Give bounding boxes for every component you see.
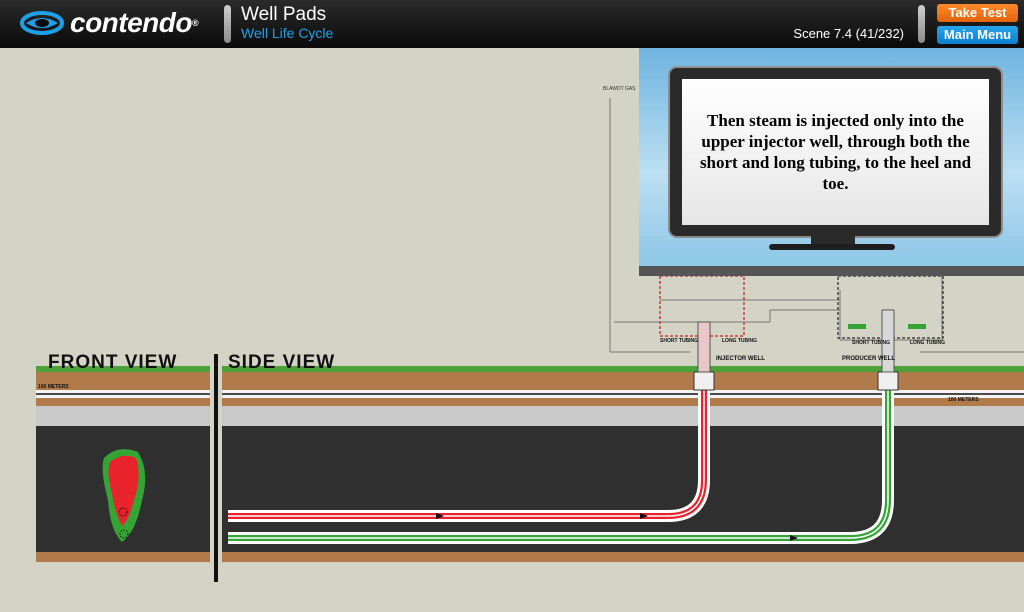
take-test-button[interactable]: Take Test xyxy=(937,4,1018,22)
button-divider xyxy=(918,5,925,43)
producer-short-tubing-label: SHORT TUBING xyxy=(852,340,890,346)
logo-text: contendo® xyxy=(70,7,199,38)
main-menu-button[interactable]: Main Menu xyxy=(937,26,1018,44)
title-divider xyxy=(224,5,231,43)
narration-panel: Then steam is injected only into the upp… xyxy=(639,48,1024,276)
depth-label-side: 100 METERS xyxy=(948,397,979,403)
narration-text: Then steam is injected only into the upp… xyxy=(699,111,972,193)
producer-valve-left xyxy=(848,324,866,329)
blowdown-label: BLAWDT GAS xyxy=(603,86,636,92)
injector-long-tubing-label: LONG TUBING xyxy=(722,338,757,344)
producer-valve-right xyxy=(908,324,926,329)
monitor-stand-base xyxy=(769,244,895,250)
contendo-logo-icon xyxy=(20,11,64,35)
producer-long-tubing-label: LONG TUBING xyxy=(910,340,945,346)
view-separator xyxy=(214,354,218,582)
depth-label-front: 100 METERS xyxy=(38,384,69,390)
top-bar: contendo® Well Pads Well Life Cycle Scen… xyxy=(0,0,1024,48)
contendo-logo[interactable]: contendo® xyxy=(20,7,210,41)
injector-short-tubing-label: SHORT TUBING xyxy=(660,338,698,344)
monitor-frame: Then steam is injected only into the upp… xyxy=(668,66,1003,238)
monitor-screen: Then steam is injected only into the upp… xyxy=(682,79,989,225)
scene-counter: Scene 7.4 (41/232) xyxy=(793,26,904,41)
grass-side xyxy=(222,366,1024,372)
page-title: Well Pads xyxy=(241,4,327,25)
panel-bottom-bar xyxy=(639,266,1024,276)
page-subtitle: Well Life Cycle xyxy=(241,25,334,41)
front-view-label: FRONT VIEW xyxy=(48,352,178,373)
producer-well-label: PRODUCER WELL xyxy=(842,356,895,362)
injector-well-label: INJECTOR WELL xyxy=(716,356,765,362)
side-view-label: SIDE VIEW xyxy=(228,352,336,373)
